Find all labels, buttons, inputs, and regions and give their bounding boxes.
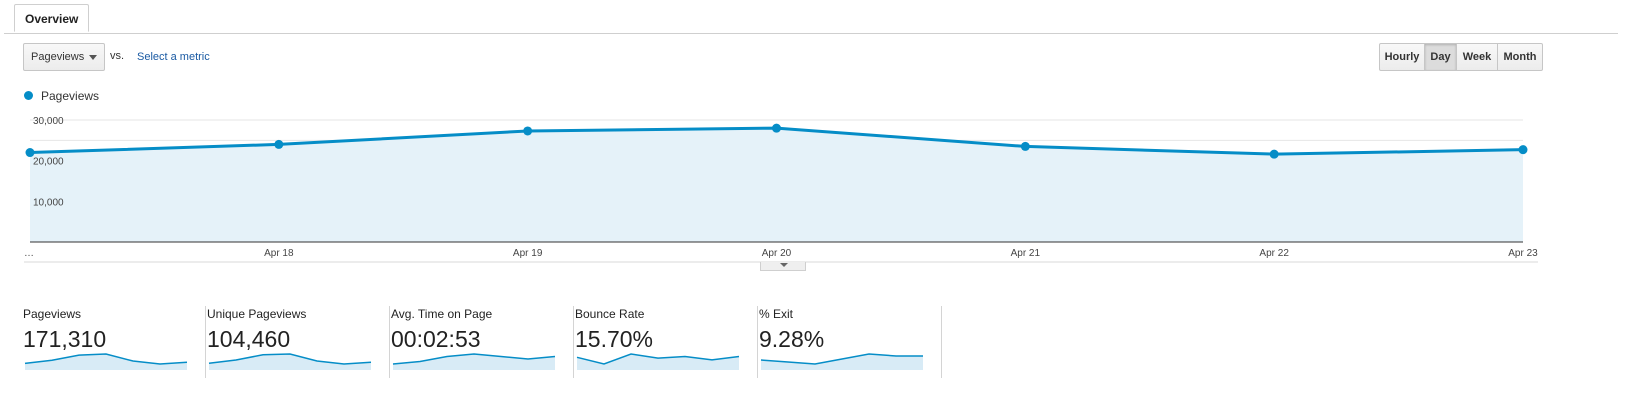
scorecard-value: 15.70% [575, 326, 654, 352]
scorecard-value: 104,460 [207, 326, 291, 352]
x-tick-label: Apr 22 [1259, 248, 1289, 259]
pageviews-chart: 30,000 20,000 10,000 … Apr 18 Apr 19 Apr 20 Apr… [24, 116, 1538, 263]
chevron-down-icon [780, 263, 788, 267]
y-tick-label: 30,000 [33, 116, 64, 127]
scorecard-label: Bounce Rate [575, 307, 645, 321]
y-tick-label: 10,000 [33, 197, 64, 208]
data-point [1518, 145, 1528, 155]
scorecard-avg-time-on-page[interactable]: Avg. Time on Page 00:02:53 [391, 306, 574, 378]
x-tick-label: Apr 18 [264, 248, 294, 259]
chart-expand-toggle[interactable] [760, 262, 806, 271]
x-tick-label: Apr 19 [513, 248, 543, 259]
sparkline [760, 353, 923, 370]
day-button[interactable]: Day [1424, 43, 1457, 71]
tab-overview[interactable]: Overview [14, 4, 90, 32]
sparkline [576, 353, 740, 370]
hourly-button[interactable]: Hourly [1379, 43, 1425, 71]
scorecard-label: Pageviews [23, 307, 82, 321]
data-point [1020, 141, 1030, 151]
y-tick-label: 20,000 [33, 157, 64, 168]
sparkline [24, 353, 188, 370]
scorecard-label: Unique Pageviews [207, 307, 307, 321]
data-point [1269, 149, 1279, 159]
sparkline-area [25, 354, 187, 370]
scorecard-bounce-rate[interactable]: Bounce Rate 15.70% [575, 306, 758, 378]
sparkline-area [209, 354, 371, 370]
tab-bar: Overview [4, 0, 1618, 34]
vs-label: vs. [110, 50, 125, 62]
primary-metric-dropdown[interactable]: Pageviews [23, 43, 105, 71]
scorecard-pageviews[interactable]: Pageviews 171,310 [23, 306, 206, 378]
x-tick-label: … [24, 248, 34, 259]
scorecard-unique-pageviews[interactable]: Unique Pageviews 104,460 [207, 306, 390, 378]
scorecard-label: Avg. Time on Page [391, 307, 493, 321]
primary-metric-label: Pageviews [31, 51, 85, 63]
scorecard-value: 9.28% [759, 326, 825, 352]
legend-marker [24, 91, 33, 100]
month-button[interactable]: Month [1497, 43, 1543, 71]
x-tick-label: Apr 23 [1508, 248, 1538, 259]
scorecard-value: 00:02:53 [391, 326, 481, 352]
sparkline [392, 353, 556, 370]
sparkline [208, 353, 372, 370]
scorecard-exit-rate[interactable]: % Exit 9.28% [759, 306, 942, 378]
data-point [274, 139, 284, 149]
x-tick-label: Apr 21 [1011, 248, 1041, 259]
data-point [523, 126, 533, 136]
sparkline-area [577, 354, 739, 370]
chevron-down-icon [89, 55, 97, 60]
week-button[interactable]: Week [1456, 43, 1498, 71]
scorecard-value: 171,310 [23, 326, 107, 352]
x-tick-label: Apr 20 [762, 248, 792, 259]
select-metric-link[interactable]: Select a metric [137, 51, 210, 63]
scorecard-label: % Exit [759, 307, 794, 321]
data-point [772, 123, 781, 133]
